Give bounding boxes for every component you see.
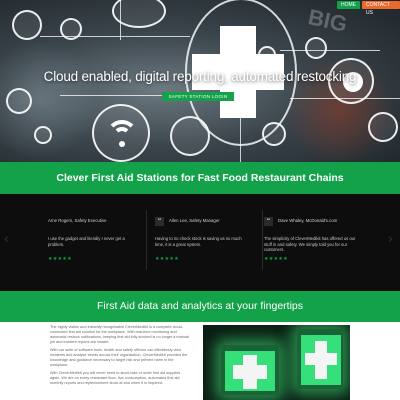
section-title-analytics: First Aid data and analytics at your fin… bbox=[0, 291, 400, 322]
hero-title: Cloud enabled, digital reporting, automa… bbox=[43, 69, 357, 84]
hand-icon bbox=[368, 112, 398, 142]
document-icon bbox=[12, 10, 42, 40]
chart-icon bbox=[6, 88, 32, 114]
background-watermark: BIG bbox=[305, 4, 350, 37]
first-aid-station-photo bbox=[203, 325, 350, 400]
testimonial-author: Dave Whaley, McDonald's.com bbox=[278, 218, 338, 223]
testimonial-card: Arne Rogers, Safety Executive I use the … bbox=[48, 204, 134, 282]
testimonial-author: Allen Lee, Safety Manager bbox=[169, 218, 220, 223]
carousel-prev-arrow[interactable]: ‹ bbox=[4, 230, 9, 246]
paragraph: With our suite of software tools, health… bbox=[50, 348, 188, 367]
testimonials-carousel: ‹ Arne Rogers, Safety Executive I use th… bbox=[0, 194, 400, 291]
hero-banner: BIG HOME CONTACT US Cloud enabled, digit… bbox=[0, 0, 400, 162]
quote-icon: “ bbox=[155, 217, 164, 226]
star-rating: ★★★★★ bbox=[48, 256, 72, 262]
paragraph: The highly visible and instantly recogni… bbox=[50, 325, 189, 344]
safety-station-login-button[interactable]: SAFETY STATION LOGIN bbox=[162, 92, 234, 101]
testimonial-card: “ Dave Whaley, McDonald's.com The simpli… bbox=[264, 204, 358, 282]
testimonial-text: I use the gadget and literally I never g… bbox=[48, 236, 125, 247]
testimonial-card: “ Allen Lee, Safety Manager Having to no… bbox=[155, 204, 247, 282]
star-rating: ★★★★★ bbox=[155, 256, 179, 262]
quote-icon: “ bbox=[264, 217, 273, 226]
gear-icon bbox=[305, 37, 327, 59]
paragraph: With CleverMedikit you will never need t… bbox=[50, 371, 181, 385]
top-navigation: HOME CONTACT US bbox=[337, 1, 400, 16]
card-divider bbox=[146, 210, 147, 270]
network-line bbox=[280, 50, 380, 51]
section-title-stations: Clever First Aid Stations for Fast Food … bbox=[0, 162, 400, 194]
testimonial-text: Having to no check stock is saving us so… bbox=[155, 236, 242, 247]
card-divider bbox=[262, 210, 263, 270]
testimonial-text: The simplicity of CleverMedikit has offe… bbox=[264, 236, 356, 253]
clock-icon bbox=[34, 126, 52, 144]
star-rating: ★★★★★ bbox=[264, 256, 288, 262]
analytics-description: The highly visible and instantly recogni… bbox=[50, 325, 190, 389]
testimonial-author: Arne Rogers, Safety Executive bbox=[48, 218, 107, 223]
nav-contact-button[interactable]: CONTACT US bbox=[362, 1, 400, 16]
nav-home-button[interactable]: HOME bbox=[337, 1, 360, 9]
wifi-icon bbox=[92, 104, 150, 162]
person-icon bbox=[60, 18, 82, 40]
carousel-next-arrow[interactable]: › bbox=[388, 230, 393, 246]
